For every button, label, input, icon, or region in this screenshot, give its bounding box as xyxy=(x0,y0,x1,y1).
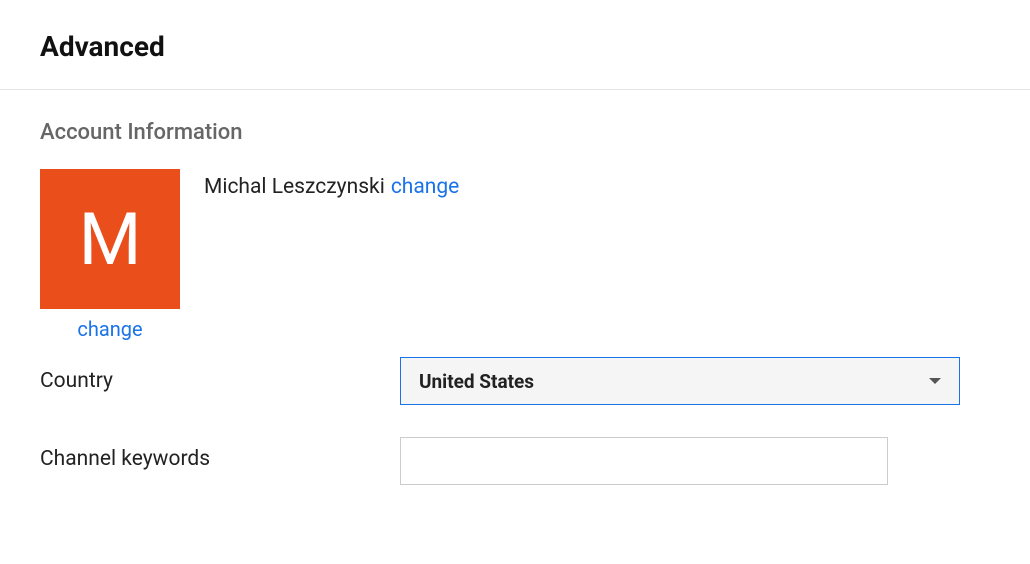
section-heading: Account Information xyxy=(40,120,1030,145)
country-value: United States xyxy=(419,370,534,393)
country-label: Country xyxy=(40,369,400,393)
keywords-row: Channel keywords xyxy=(40,437,1030,485)
avatar-initial: M xyxy=(79,197,142,282)
page-header: Advanced xyxy=(0,0,1030,89)
channel-keywords-input[interactable] xyxy=(400,437,888,485)
account-information-section: Account Information M change Michal Lesz… xyxy=(0,90,1030,485)
account-name: Michal Leszczynski xyxy=(204,175,385,199)
avatar-change-link[interactable]: change xyxy=(77,317,142,341)
keywords-label: Channel keywords xyxy=(40,437,400,471)
country-select[interactable]: United States xyxy=(400,357,960,405)
page-title: Advanced xyxy=(40,30,1030,63)
country-row: Country United States xyxy=(40,357,1030,405)
avatar: M xyxy=(40,169,180,309)
account-row: M change Michal Leszczynski change xyxy=(40,169,1030,341)
name-change-link[interactable]: change xyxy=(391,175,460,199)
chevron-down-icon xyxy=(929,378,941,384)
name-block: Michal Leszczynski change xyxy=(204,169,459,199)
avatar-block: M change xyxy=(40,169,180,341)
